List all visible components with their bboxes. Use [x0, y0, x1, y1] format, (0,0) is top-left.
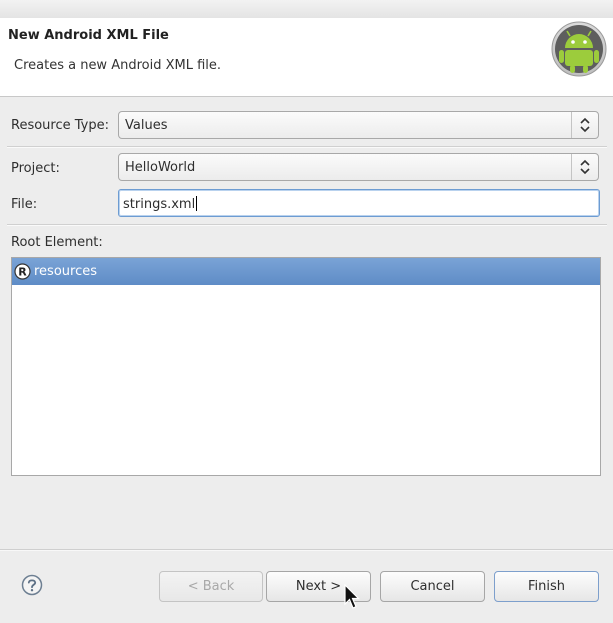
separator — [7, 224, 607, 226]
window-top-strip — [0, 0, 613, 19]
resource-type-label: Resource Type: — [11, 118, 109, 133]
project-label: Project: — [11, 161, 60, 176]
help-icon[interactable] — [21, 574, 43, 596]
resource-type-value: Values — [125, 118, 168, 133]
project-value: HelloWorld — [125, 160, 196, 175]
back-button[interactable]: < Back — [159, 571, 263, 602]
wizard-title: New Android XML File — [8, 28, 169, 43]
separator — [7, 146, 607, 148]
wizard-header: New Android XML File Creates a new Andro… — [0, 18, 613, 97]
wizard-description: Creates a new Android XML file. — [14, 58, 222, 73]
svg-text:R: R — [18, 266, 27, 279]
file-name-value: strings.xml — [123, 196, 198, 212]
registered-r-icon: R — [14, 263, 31, 280]
android-robot-icon — [551, 21, 607, 77]
finish-button[interactable]: Finish — [494, 571, 599, 602]
file-name-input[interactable]: strings.xml — [118, 189, 600, 217]
cancel-button[interactable]: Cancel — [380, 571, 485, 602]
resource-type-select[interactable]: Values — [118, 111, 599, 139]
mouse-pointer-icon — [344, 584, 360, 609]
chevron-up-down-icon — [571, 154, 598, 180]
list-item-resources[interactable]: R resources — [12, 258, 600, 285]
footer-separator — [0, 549, 613, 551]
list-item-label: resources — [34, 264, 98, 279]
project-select[interactable]: HelloWorld — [118, 153, 599, 181]
chevron-up-down-icon — [571, 112, 598, 138]
root-element-list[interactable]: R resources — [11, 257, 601, 476]
file-label: File: — [11, 197, 38, 212]
root-element-label: Root Element: — [11, 235, 103, 250]
